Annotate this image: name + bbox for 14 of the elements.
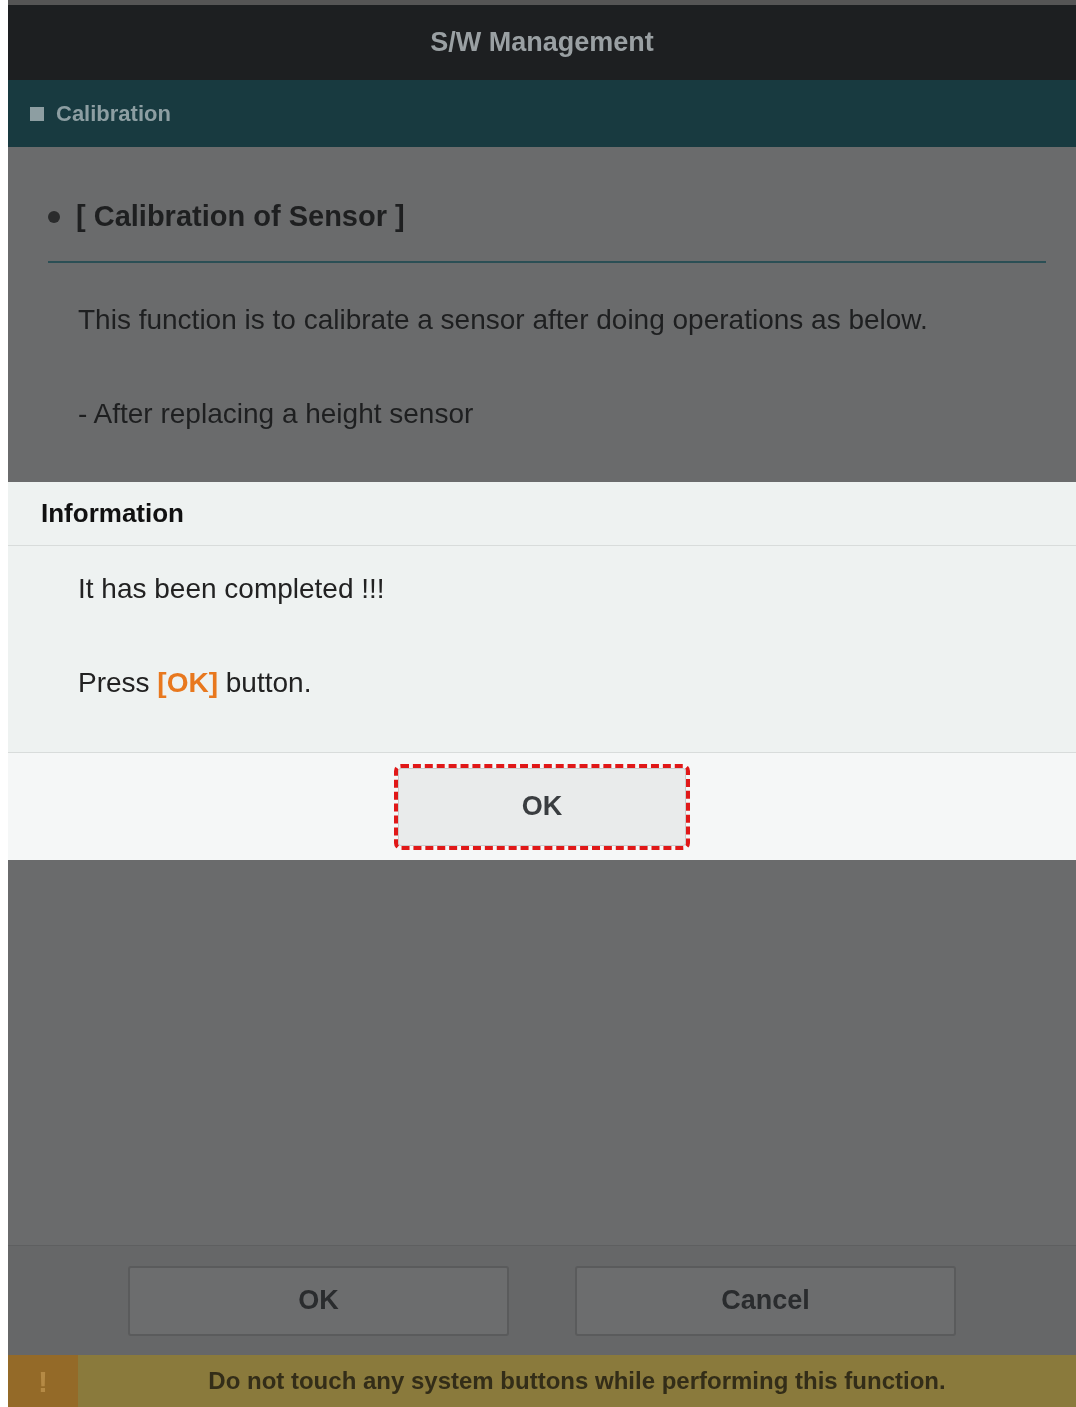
section-title: Calibration [56, 100, 171, 128]
section-heading: [ Calibration of Sensor ] [76, 199, 405, 234]
dialog-instruction: Press [OK] button. [78, 666, 313, 700]
warning-icon: ! [8, 1355, 78, 1407]
bullet-icon [48, 210, 60, 223]
dialog-message: It has been completed !!! [78, 572, 386, 606]
ok-button[interactable]: OK [128, 1265, 509, 1336]
warning-text: Do not touch any system buttons while performing this function. [207, 1366, 947, 1396]
description-text: - After replacing a height sensor [77, 396, 475, 431]
square-icon [30, 106, 44, 121]
dialog-title: Information [41, 497, 184, 530]
window-title: S/W Management [430, 26, 654, 60]
description-text: This function is to calibrate a sensor after doing operations as below. [77, 302, 929, 337]
cancel-button[interactable]: Cancel [575, 1265, 956, 1336]
